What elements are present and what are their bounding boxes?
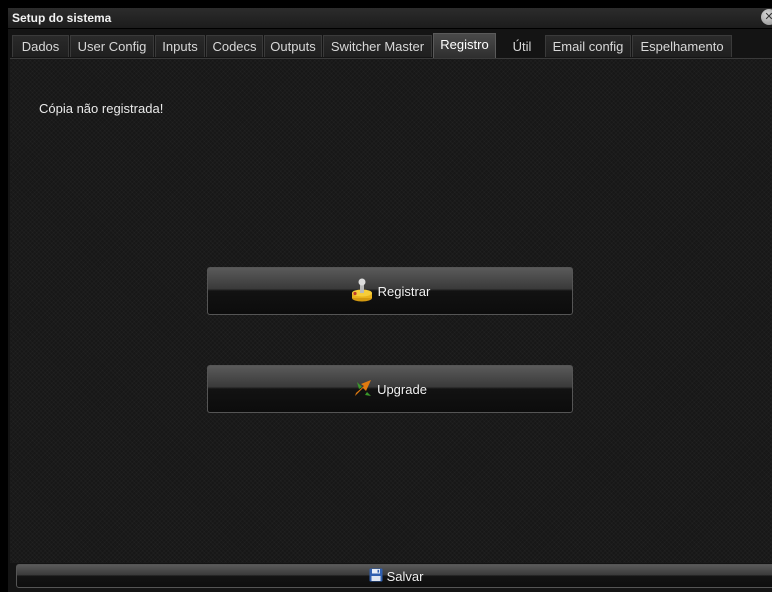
tab-user-config[interactable]: User Config [70, 35, 154, 57]
close-icon[interactable]: ✕ [761, 9, 772, 25]
tab-registro[interactable]: Registro [433, 33, 496, 58]
title-bar: Setup do sistema ✕ [8, 8, 772, 29]
registration-status-text: Cópia não registrada! [39, 101, 164, 116]
joystick-icon [350, 278, 374, 305]
tab-email-config[interactable]: Email config [545, 35, 631, 57]
register-button-label: Registrar [377, 283, 431, 299]
window-title: Setup do sistema [12, 11, 112, 25]
floppy-disk-icon [369, 568, 383, 585]
tab-dados[interactable]: Dados [12, 35, 69, 57]
upgrade-button[interactable]: Upgrade [207, 365, 573, 413]
upgrade-arrow-icon [353, 378, 373, 401]
tab-outputs[interactable]: Outputs [264, 35, 322, 57]
save-button[interactable]: Salvar [16, 564, 772, 588]
tab-codecs[interactable]: Codecs [206, 35, 263, 57]
register-button[interactable]: Registrar [207, 267, 573, 315]
save-button-label: Salvar [386, 568, 424, 584]
tab-bar: Dados User Config Inputs Codecs Outputs … [10, 33, 772, 59]
tab-util[interactable]: Útil [500, 35, 544, 57]
upgrade-button-label: Upgrade [377, 381, 427, 397]
tab-espelhamento[interactable]: Espelhamento [632, 35, 732, 57]
tab-switcher-master[interactable]: Switcher Master [323, 35, 432, 57]
tab-inputs[interactable]: Inputs [155, 35, 205, 57]
setup-window: Setup do sistema ✕ Dados User Config Inp… [8, 8, 772, 592]
registro-panel: Cópia não registrada! Registrar Upgrade [10, 59, 772, 563]
